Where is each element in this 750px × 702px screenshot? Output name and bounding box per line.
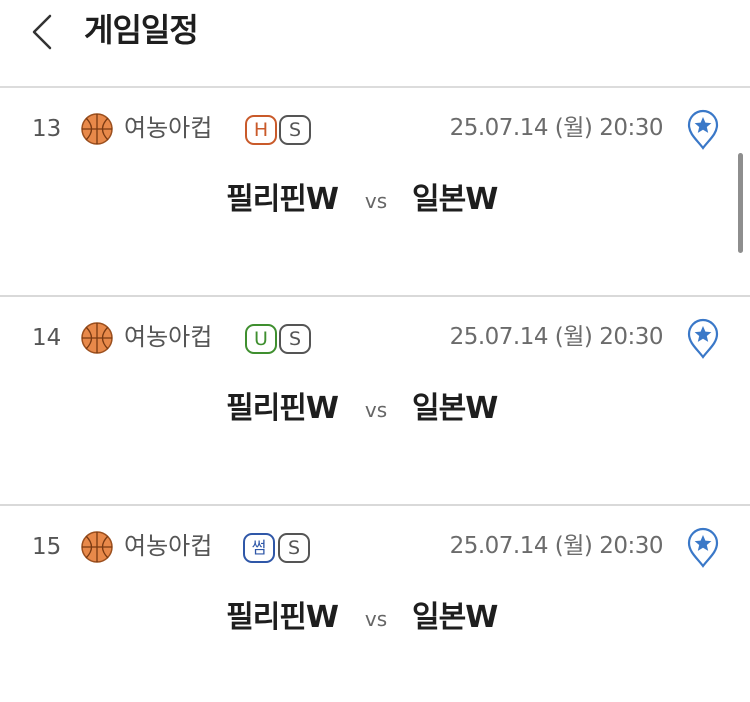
away-team: 일본W: [412, 600, 498, 635]
away-team: 일본W: [412, 182, 498, 217]
home-team: 필리핀W: [226, 600, 339, 635]
category-badge: H: [245, 115, 277, 145]
type-badge: S: [279, 115, 311, 145]
scrollbar[interactable]: [738, 153, 743, 253]
matchup[interactable]: 필리핀W vs 일본W: [0, 385, 750, 435]
basketball-icon: [81, 322, 113, 354]
game-datetime: 25.07.14 (월) 20:30: [449, 115, 664, 141]
vs-label: vs: [364, 189, 388, 213]
game-number: 15: [32, 534, 62, 560]
category-badge: 썸: [243, 533, 275, 563]
game-datetime: 25.07.14 (월) 20:30: [449, 533, 664, 559]
chevron-left-icon[interactable]: [22, 10, 62, 54]
basketball-icon: [81, 531, 113, 563]
away-team: 일본W: [412, 391, 498, 426]
type-badge: S: [278, 533, 310, 563]
league-name: 여농아컵: [124, 323, 213, 351]
league-name: 여농아컵: [124, 532, 213, 560]
type-badge: S: [279, 324, 311, 354]
game-datetime: 25.07.14 (월) 20:30: [449, 324, 664, 350]
matchup[interactable]: 필리핀W vs 일본W: [0, 176, 750, 226]
matchup[interactable]: 필리핀W vs 일본W: [0, 594, 750, 644]
map-pin-star-icon[interactable]: [685, 317, 721, 359]
map-pin-star-icon[interactable]: [685, 526, 721, 568]
league-name: 여농아컵: [124, 114, 213, 142]
page-title: 게임일정: [84, 11, 199, 49]
map-pin-star-icon[interactable]: [685, 108, 721, 150]
home-team: 필리핀W: [226, 182, 339, 217]
game-card[interactable]: 14 여농아컵 U S 25.07.14 (월) 20:30 필리핀W vs 일…: [0, 297, 750, 506]
vs-label: vs: [364, 607, 388, 631]
app-header: 게임일정: [0, 0, 750, 88]
game-card[interactable]: 15 여농아컵 썸 S 25.07.14 (월) 20:30 필리핀W vs 일…: [0, 506, 750, 702]
vs-label: vs: [364, 398, 388, 422]
basketball-icon: [81, 113, 113, 145]
game-number: 14: [32, 325, 62, 351]
game-number: 13: [32, 116, 62, 142]
category-badge: U: [245, 324, 277, 354]
home-team: 필리핀W: [226, 391, 339, 426]
game-card[interactable]: 13 여농아컵 H S 25.07.14 (월) 20:30 필리핀W vs 일…: [0, 88, 750, 297]
game-schedule-list[interactable]: 13 여농아컵 H S 25.07.14 (월) 20:30 필리핀W vs 일…: [0, 88, 750, 702]
